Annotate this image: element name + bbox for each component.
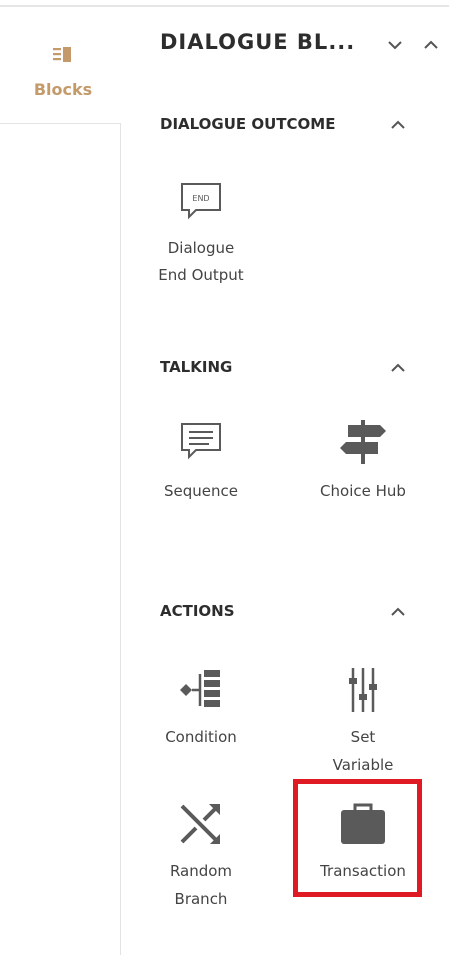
block-set-variable[interactable]: Set Variable bbox=[308, 666, 418, 776]
block-transaction[interactable]: Transaction bbox=[308, 800, 418, 890]
blocks-icon bbox=[53, 47, 71, 62]
section-title-actions: ACTIONS bbox=[160, 602, 235, 620]
block-sequence[interactable]: Sequence bbox=[146, 418, 256, 508]
chevron-down-icon[interactable] bbox=[384, 34, 406, 56]
block-random-branch[interactable]: Random Branch bbox=[146, 800, 256, 915]
block-label: Transaction bbox=[320, 862, 406, 880]
signpost-icon bbox=[340, 420, 386, 464]
shuffle-icon bbox=[180, 804, 220, 844]
block-label: Condition bbox=[165, 728, 237, 746]
end-icon-text: END bbox=[192, 194, 209, 203]
blocks-tab[interactable]: Blocks bbox=[0, 28, 120, 122]
section-collapse-actions-icon[interactable] bbox=[386, 601, 410, 621]
condition-icon bbox=[180, 670, 220, 707]
chevron-up-icon[interactable] bbox=[420, 34, 442, 56]
block-label: Sequence bbox=[164, 482, 238, 500]
panel-title: DIALOGUE BL... bbox=[160, 30, 356, 54]
section-collapse-dialogue-outcome-icon[interactable] bbox=[386, 114, 410, 134]
block-dialogue-end-output[interactable]: END Dialogue End Output bbox=[146, 180, 256, 290]
speech-bubble-icon bbox=[181, 423, 221, 460]
speech-end-icon: END bbox=[181, 183, 221, 220]
block-label: Choice Hub bbox=[320, 482, 406, 500]
tab-divider bbox=[0, 123, 120, 124]
block-label: Variable bbox=[332, 756, 394, 774]
block-label: End Output bbox=[158, 266, 244, 284]
briefcase-icon bbox=[341, 803, 385, 844]
left-rail: Blocks bbox=[0, 0, 120, 955]
section-title-dialogue-outcome: DIALOGUE OUTCOME bbox=[160, 115, 336, 133]
block-label: Set bbox=[350, 728, 376, 746]
block-label: Dialogue bbox=[167, 239, 235, 257]
rail-border bbox=[120, 123, 121, 955]
block-label: Random bbox=[169, 862, 233, 880]
block-condition[interactable]: Condition bbox=[146, 666, 256, 756]
blocks-tab-label: Blocks bbox=[33, 80, 93, 99]
section-collapse-talking-icon[interactable] bbox=[386, 357, 410, 377]
sliders-icon bbox=[349, 668, 377, 712]
block-label: Branch bbox=[174, 890, 228, 908]
section-title-talking: TALKING bbox=[160, 358, 233, 376]
block-choice-hub[interactable]: Choice Hub bbox=[308, 418, 418, 508]
